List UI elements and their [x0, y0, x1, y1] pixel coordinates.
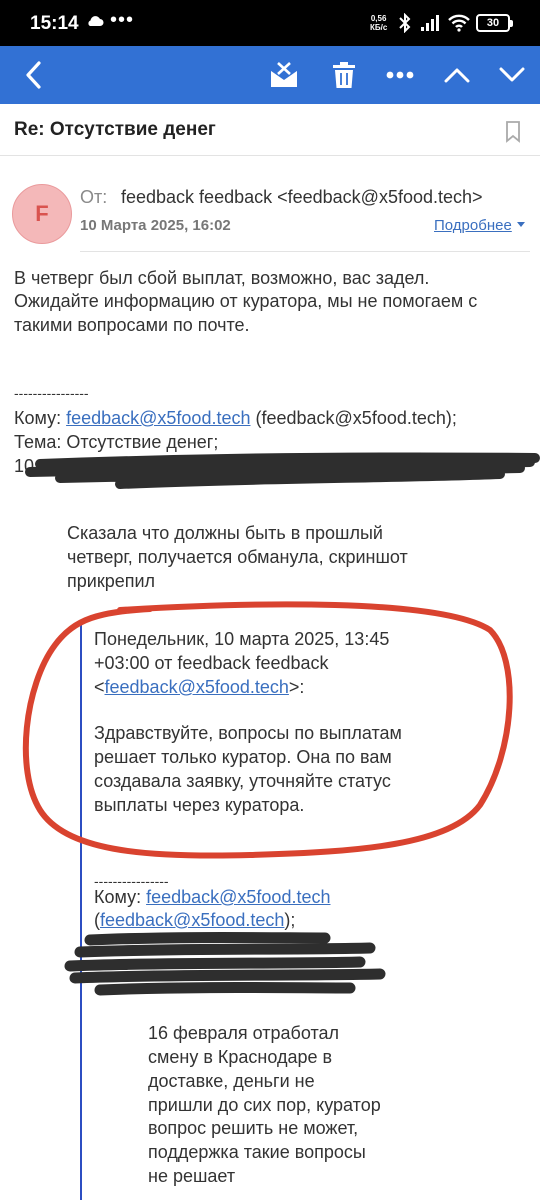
previous-message-button[interactable]	[432, 46, 482, 104]
quote-bar	[80, 622, 82, 1200]
quote-to-line: Кому: feedback@x5food.tech (feedback@x5f…	[14, 408, 457, 428]
nested-header-line: +03:00 от feedback feedback	[94, 653, 329, 673]
trash-icon	[333, 62, 355, 88]
back-arrow-icon	[26, 61, 41, 89]
original-line: доставке, деньги не	[148, 1071, 315, 1091]
wifi-icon	[447, 13, 471, 38]
nested-reply-line: Здравствуйте, вопросы по выплатам	[94, 723, 402, 743]
more-icon	[386, 71, 414, 79]
redaction-scribble	[25, 452, 540, 489]
original-line: 16 февраля отработал	[148, 1023, 340, 1043]
email-link[interactable]: feedback@x5food.tech	[100, 910, 284, 930]
nested-reply-line: выплаты через куратора.	[94, 795, 305, 815]
mark-unread-button[interactable]	[259, 46, 309, 104]
details-link[interactable]: Подробнее	[434, 217, 512, 234]
bookmark-icon[interactable]	[505, 121, 521, 148]
sender-avatar[interactable]: F	[12, 184, 72, 244]
chevron-up-icon	[444, 68, 470, 83]
nested-header-line: Понедельник, 10 марта 2025, 13:45	[94, 629, 390, 649]
network-speed: 0,56 КБ/с	[370, 14, 388, 32]
next-message-button[interactable]	[487, 46, 537, 104]
original-line: пришли до сих пор, куратор	[148, 1095, 381, 1115]
message-date: 10 Марта 2025, 16:02	[80, 217, 231, 234]
email-link[interactable]: feedback@x5food.tech	[105, 677, 289, 697]
email-link[interactable]: feedback@x5food.tech	[66, 408, 250, 428]
quoted-line: Сказала что должны быть в прошлый	[67, 523, 383, 543]
original-line: вопрос решить не может,	[148, 1118, 359, 1138]
status-bar: 15:14 ••• 0,56 КБ/с 30	[0, 0, 540, 46]
chevron-down-icon	[499, 67, 525, 82]
nested-to-line: Кому: feedback@x5food.tech	[94, 887, 331, 907]
battery-icon: 30	[476, 14, 513, 32]
nested-reply-line: решает только куратор. Она по вам	[94, 747, 392, 767]
message-subject: Re: Отсутствие денег	[14, 119, 216, 140]
status-time: 15:14	[30, 13, 79, 34]
nested-header-line: <feedback@x5food.tech>:	[94, 677, 305, 697]
quote-separator: ----------------	[14, 385, 89, 401]
original-line: смену в Краснодаре в	[148, 1047, 333, 1067]
subject-row: Re: Отсутствие денег	[0, 104, 540, 156]
email-link[interactable]: feedback@x5food.tech	[146, 887, 330, 907]
original-line: не решает	[148, 1166, 236, 1186]
nested-reply-line: создавала заявку, уточняйте статус	[94, 771, 391, 791]
mark-unread-icon	[270, 62, 298, 87]
reply-line: такими вопросами по почте.	[14, 315, 250, 335]
signal-icon	[420, 14, 442, 37]
more-button[interactable]	[375, 46, 425, 104]
original-line: поддержка такие вопросы	[148, 1142, 366, 1162]
caret-down-icon	[517, 222, 525, 227]
toolbar	[0, 46, 540, 104]
reply-line: Ожидайте информацию от куратора, мы не п…	[14, 291, 478, 311]
reply-line: В четверг был сбой выплат, возможно, вас…	[14, 268, 430, 288]
delete-button[interactable]	[319, 46, 369, 104]
redaction-scribble	[64, 932, 386, 996]
bluetooth-icon	[398, 12, 412, 38]
header-divider	[80, 251, 530, 252]
from-label: От:	[80, 187, 108, 207]
back-button[interactable]	[8, 46, 58, 104]
notification-dots: •••	[110, 9, 135, 31]
quoted-line: четверг, получается обманула, скриншот	[67, 547, 408, 567]
cloud-icon	[86, 14, 104, 32]
sender-address[interactable]: feedback feedback <feedback@x5food.tech>	[121, 187, 483, 208]
quoted-line: прикрепил	[67, 571, 156, 591]
